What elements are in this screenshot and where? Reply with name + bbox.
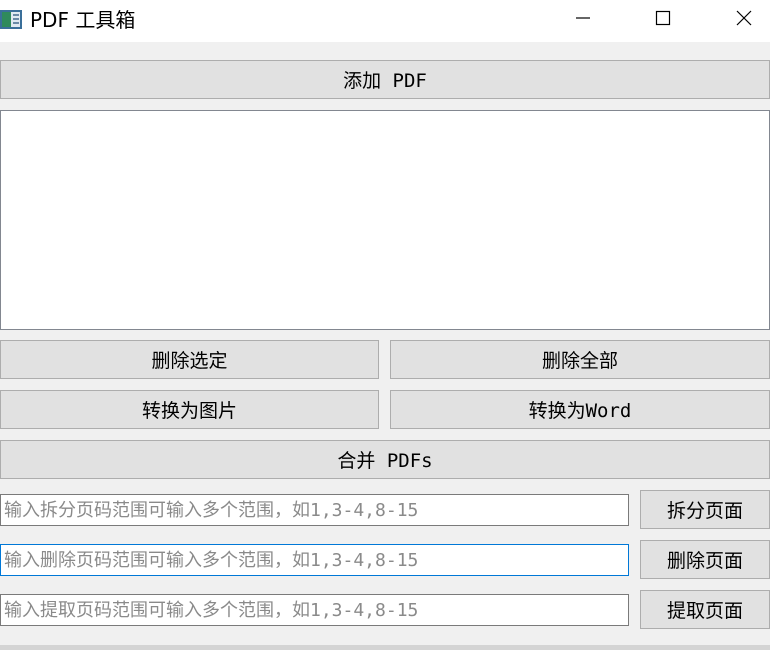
title-bar[interactable]: PDF 工具箱 xyxy=(0,0,770,42)
convert-to-image-button[interactable]: 转换为图片 xyxy=(0,390,379,429)
close-icon xyxy=(736,10,752,30)
extract-pages-button[interactable]: 提取页面 xyxy=(640,590,770,629)
close-button[interactable] xyxy=(721,0,767,40)
split-pages-button[interactable]: 拆分页面 xyxy=(640,490,770,529)
app-icon xyxy=(0,10,22,29)
add-pdf-button[interactable]: 添加 PDF xyxy=(0,60,770,99)
window-bottom-edge xyxy=(0,645,770,650)
app-window: PDF 工具箱 添加 PDF 删除选定 删除全部 转换为图片 转换为Word 合… xyxy=(0,0,770,650)
maximize-icon xyxy=(655,10,671,30)
extract-range-input[interactable] xyxy=(0,594,629,626)
split-range-input[interactable] xyxy=(0,494,629,526)
maximize-button[interactable] xyxy=(640,0,686,40)
minimize-button[interactable] xyxy=(560,0,606,40)
delete-selected-button[interactable]: 删除选定 xyxy=(0,340,379,379)
delete-range-input[interactable] xyxy=(0,544,629,576)
merge-pdfs-button[interactable]: 合并 PDFs xyxy=(0,440,770,479)
delete-all-button[interactable]: 删除全部 xyxy=(390,340,770,379)
window-title: PDF 工具箱 xyxy=(30,8,136,32)
minimize-icon xyxy=(575,10,591,30)
convert-to-word-button[interactable]: 转换为Word xyxy=(390,390,770,429)
delete-pages-button[interactable]: 删除页面 xyxy=(640,540,770,579)
pdf-file-list[interactable] xyxy=(0,110,770,330)
